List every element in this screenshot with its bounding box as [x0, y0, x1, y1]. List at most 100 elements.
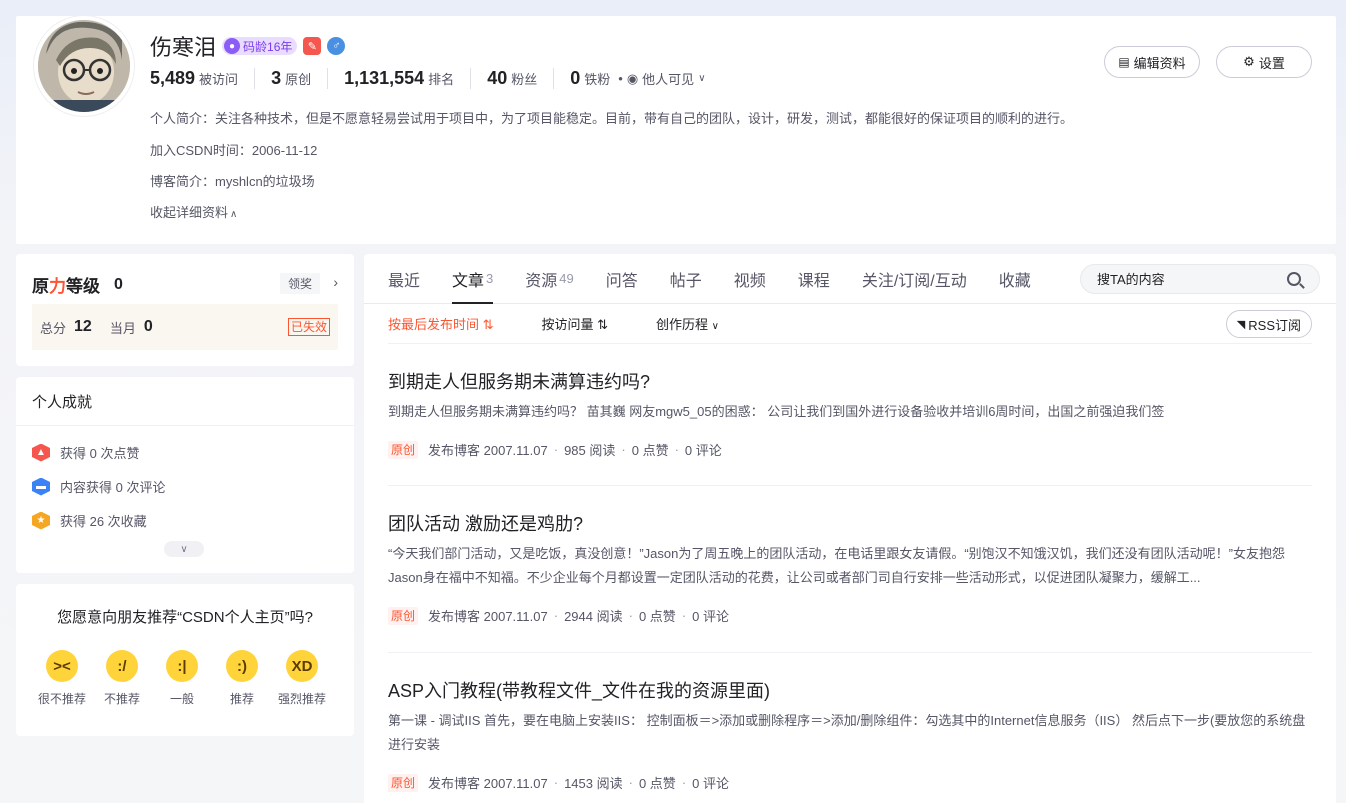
stat-label: 原创	[285, 72, 312, 87]
expand-achievements-button[interactable]: ∨	[164, 541, 204, 557]
stat-fans[interactable]: 40 粉丝	[487, 68, 555, 89]
tab-courses[interactable]: 课程	[798, 254, 830, 304]
tab-label: 文章	[452, 272, 485, 290]
article-desc: 到期走人但服务期未满算违约吗？ 苗其巍 网友mgw5_05的困惑： 公司让我们到…	[388, 404, 1165, 419]
personal-intro: 个人简介：关注各种技术，但是不愿意轻易尝试用于项目中，为了项目能稳定。目前，带有…	[150, 111, 1074, 126]
article-item[interactable]: 团队活动 激励还是鸡肋? “今天我们部门活动，又是吃饭，真没创意！”Jason为…	[388, 486, 1312, 653]
month-value: 0	[143, 318, 153, 335]
settings-button[interactable]: ⚙ 设置	[1216, 46, 1312, 78]
nickname: 伤寒泪	[150, 35, 217, 60]
stat-value: 40	[487, 68, 508, 88]
tab-follow[interactable]: 关注/订阅/互动	[862, 254, 967, 304]
article-item[interactable]: ASP入门教程(带教程文件_文件在我的资源里面) 第一课 - 调试IIS 首先，…	[388, 653, 1312, 803]
article-views: 2944 阅读	[564, 609, 623, 624]
stat-rank[interactable]: 1,131,554 排名	[344, 68, 472, 89]
article-meta: 原创 发布博客 2007.11.07 · 2944 阅读 · 0 点赞 · 0 评论	[388, 606, 729, 625]
star-icon: ★	[32, 511, 50, 530]
code-age-badge[interactable]: ● 码龄16年	[222, 37, 298, 55]
stat-iron-fans[interactable]: 0 铁粉	[570, 68, 614, 89]
level-title-c: 等级	[66, 277, 100, 296]
dot-separator: ·	[674, 442, 679, 457]
avatar-image	[38, 20, 130, 112]
tab-recent[interactable]: 最近	[388, 254, 420, 304]
article-likes: 0 点赞	[638, 776, 676, 791]
article-likes: 0 点赞	[631, 443, 669, 458]
stat-value: 1,131,554	[344, 68, 425, 88]
rating-recommend[interactable]: :) 推荐	[214, 650, 270, 707]
article-item[interactable]: 到期走人但服务期未满算违约吗? 到期走人但服务期未满算违约吗？ 苗其巍 网友mg…	[388, 344, 1312, 486]
achievements-title: 个人成就	[32, 394, 93, 411]
sort-by-views[interactable]: 按访问量 ⇅	[542, 314, 609, 333]
dot-separator: •	[618, 71, 623, 86]
achievement-text: 获得 26 次收藏	[60, 514, 147, 529]
article-title[interactable]: ASP入门教程(带教程文件_文件在我的资源里面)	[388, 677, 770, 703]
tab-videos[interactable]: 视频	[734, 254, 766, 304]
rss-subscribe-button[interactable]: ◥ RSS订阅	[1225, 310, 1312, 338]
smile-face-icon: :)	[226, 650, 258, 682]
article-views: 985 阅读	[564, 443, 616, 458]
stat-value: 0	[570, 68, 581, 88]
original-badge: 原创	[388, 606, 419, 625]
tab-label: 收藏	[998, 272, 1031, 290]
stat-original[interactable]: 3 原创	[271, 68, 329, 89]
search-icon[interactable]	[1287, 272, 1301, 286]
dot-separator: ·	[628, 608, 633, 623]
reward-button[interactable]: 领奖	[279, 273, 320, 294]
eye-icon: ◉	[626, 70, 639, 86]
rating-not-recommend[interactable]: :/ 不推荐	[94, 650, 150, 707]
level-title: 原力等级 0	[32, 272, 123, 297]
original-badge: 原创	[388, 440, 419, 459]
avatar[interactable]	[34, 16, 134, 116]
edit-profile-button[interactable]: ▤ 编辑资料	[1104, 46, 1200, 78]
survey-question: 您愿意向朋友推荐“CSDN个人主页”吗?	[57, 609, 313, 626]
tab-qa[interactable]: 问答	[606, 254, 638, 304]
robot-icon: ●	[224, 38, 241, 54]
expired-badge: 已失效	[287, 318, 330, 336]
history-label: 创作历程	[656, 317, 709, 332]
edit-icon: ▤	[1118, 55, 1130, 69]
article-desc: 第一课 - 调试IIS 首先，要在电脑上安装IIS： 控制面板＝>添加或删除程序…	[388, 713, 1306, 752]
code-age-label: 码龄16年	[243, 39, 293, 54]
search-input[interactable]	[1097, 271, 1277, 287]
total-label: 总分	[40, 320, 67, 336]
dot-separator: ·	[553, 442, 559, 457]
level-score-box: 总分 12 当月 0 已失效	[32, 304, 338, 350]
collapse-details-link[interactable]: 收起详细资料 ∧	[150, 202, 237, 221]
article-title[interactable]: 团队活动 激励还是鸡肋?	[388, 510, 583, 536]
dot-separator: ·	[553, 608, 559, 623]
tab-posts[interactable]: 帖子	[670, 254, 702, 304]
stat-label: 铁粉	[584, 72, 611, 87]
rating-strong-recommend[interactable]: XD 强烈推荐	[274, 650, 330, 707]
total-value: 12	[74, 318, 92, 335]
edit-label: 编辑资料	[1133, 55, 1186, 71]
chevron-down-icon: ∨	[711, 321, 719, 332]
tab-favorites[interactable]: 收藏	[999, 254, 1031, 304]
blog-intro: 博客简介：myshlcn的垃圾场	[150, 174, 315, 189]
visibility-label: 他人可见	[642, 72, 695, 87]
rss-label: RSS订阅	[1248, 317, 1301, 333]
stat-visits[interactable]: 5,489 被访问	[150, 68, 256, 89]
tab-label: 视频	[733, 272, 766, 290]
rss-icon: ◥	[1236, 318, 1246, 331]
chevron-right-icon[interactable]: ›	[333, 274, 338, 290]
comment-icon: ▬	[32, 477, 50, 496]
rating-label: 推荐	[229, 692, 254, 706]
article-date: 发布博客 2007.11.07	[428, 776, 548, 791]
visibility-dropdown[interactable]: ◉ 他人可见 ∨	[627, 69, 706, 88]
article-meta: 原创 发布博客 2007.11.07 · 1453 阅读 · 0 点赞 · 0 评论	[388, 773, 729, 792]
month-label: 当月	[109, 320, 136, 336]
article-date: 发布博客 2007.11.07	[428, 609, 548, 624]
sort-by-time[interactable]: 按最后发布时间 ⇅	[388, 314, 494, 333]
tab-resources[interactable]: 资源 49	[525, 254, 573, 304]
article-title[interactable]: 到期走人但服务期未满算违约吗?	[388, 368, 650, 394]
tab-label: 资源	[525, 272, 558, 290]
chevron-up-icon: ∧	[230, 209, 238, 220]
tab-count: 3	[486, 271, 494, 286]
rating-neutral[interactable]: :| 一般	[154, 650, 210, 707]
rating-very-not-recommend[interactable]: >< 很不推荐	[34, 650, 90, 707]
blog-expert-icon[interactable]: ✎	[303, 37, 322, 55]
creation-history-dropdown[interactable]: 创作历程 ∨	[656, 314, 719, 333]
tab-articles[interactable]: 文章 3	[452, 254, 494, 304]
frown-face-icon: :/	[106, 650, 138, 682]
tab-label: 关注/订阅/互动	[861, 272, 967, 290]
